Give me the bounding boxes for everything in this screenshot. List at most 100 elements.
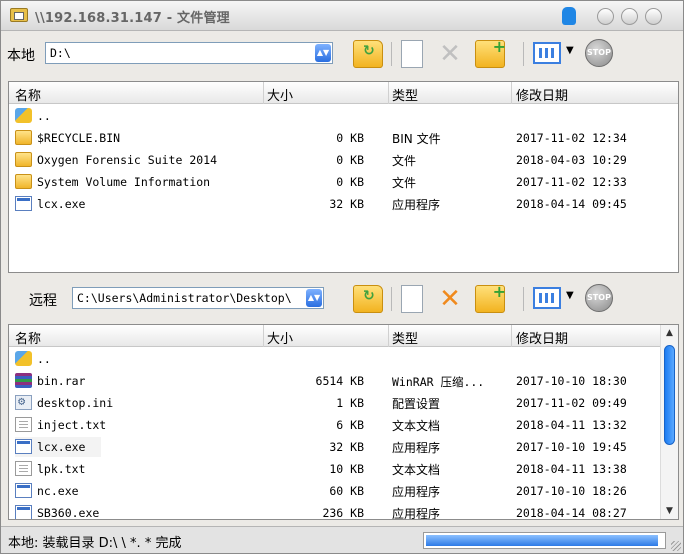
scroll-down-icon[interactable]: ▼ bbox=[664, 506, 675, 516]
file-name: nc.exe bbox=[37, 484, 79, 498]
column-divider[interactable] bbox=[263, 325, 264, 347]
col-type[interactable]: 类型 bbox=[392, 328, 418, 347]
exe-icon bbox=[15, 505, 32, 519]
file-date: 2018-04-03 10:29 bbox=[516, 153, 627, 167]
local-label: 本地 bbox=[7, 48, 35, 64]
vertical-scrollbar[interactable]: ▲ ▼ bbox=[660, 325, 678, 519]
chevron-down-icon[interactable]: ▲▼ bbox=[315, 44, 331, 62]
file-row[interactable]: bin.rar 6514 KB WinRAR 压缩... 2017-10-10 … bbox=[9, 370, 678, 392]
file-row[interactable]: Oxygen Forensic Suite 2014 0 KB 文件 2018-… bbox=[9, 149, 678, 171]
file-size: 236 KB bbox=[322, 506, 364, 520]
delete-icon[interactable]: ✕ bbox=[435, 285, 465, 313]
file-name: lpk.txt bbox=[37, 462, 86, 476]
col-date[interactable]: 修改日期 bbox=[516, 85, 568, 104]
file-date: 2017-11-02 09:49 bbox=[516, 396, 627, 410]
file-name: desktop.ini bbox=[37, 396, 114, 410]
local-toolbar: 本地 D:\ ▲▼ ✕ ▼ STOP bbox=[5, 33, 679, 75]
delete-icon[interactable]: ✕ bbox=[435, 40, 465, 68]
file-date: 2018-04-11 13:32 bbox=[516, 418, 627, 432]
file-row[interactable]: lpk.txt 10 KB 文本文档 2018-04-11 13:38 bbox=[9, 458, 678, 480]
minimize-button[interactable] bbox=[597, 8, 614, 25]
file-type: 文件 bbox=[392, 154, 417, 168]
toolbar-separator bbox=[391, 42, 392, 66]
progress-bar bbox=[423, 532, 666, 549]
col-type[interactable]: 类型 bbox=[392, 85, 418, 104]
parent-dir-icon bbox=[15, 108, 32, 123]
file-size: 1 KB bbox=[336, 396, 364, 410]
file-name: bin.rar bbox=[37, 374, 86, 388]
file-type: 应用程序 bbox=[392, 441, 441, 455]
file-name: Oxygen Forensic Suite 2014 bbox=[37, 153, 218, 167]
file-row[interactable]: nc.exe 60 KB 应用程序 2017-10-10 18:26 bbox=[9, 480, 678, 502]
new-folder-icon[interactable] bbox=[475, 37, 506, 68]
file-row[interactable]: $RECYCLE.BIN 0 KB BIN 文件 2017-11-02 12:3… bbox=[9, 127, 678, 149]
maximize-button[interactable] bbox=[621, 8, 638, 25]
close-button[interactable] bbox=[645, 8, 662, 25]
new-folder-icon[interactable] bbox=[475, 282, 506, 313]
file-name: .. bbox=[37, 109, 51, 123]
file-name: lcx.exe bbox=[37, 197, 86, 211]
column-divider[interactable] bbox=[263, 82, 264, 104]
folder-icon bbox=[15, 130, 32, 145]
view-dropdown-icon[interactable]: ▼ bbox=[566, 45, 574, 56]
file-name: $RECYCLE.BIN bbox=[37, 131, 121, 145]
chevron-down-icon[interactable]: ▲▼ bbox=[306, 289, 322, 307]
stop-icon[interactable]: STOP bbox=[585, 284, 613, 312]
column-divider[interactable] bbox=[511, 82, 512, 104]
file-row[interactable]: .. bbox=[9, 105, 678, 127]
copy-doc-shape bbox=[401, 285, 423, 313]
col-size[interactable]: 大小 bbox=[267, 85, 293, 104]
rar-icon bbox=[15, 373, 32, 388]
view-mode-icon[interactable] bbox=[533, 42, 561, 64]
file-size: 0 KB bbox=[336, 131, 364, 145]
folder-up-icon[interactable] bbox=[353, 285, 383, 313]
file-row-hovered[interactable]: lcx.exe 32 KB 应用程序 2017-10-10 19:45 bbox=[9, 436, 678, 458]
local-path-select[interactable]: D:\ ▲▼ bbox=[45, 42, 333, 64]
view-dropdown-icon[interactable]: ▼ bbox=[566, 290, 574, 301]
progress-fill bbox=[426, 535, 658, 546]
file-size: 6 KB bbox=[336, 418, 364, 432]
exe-icon bbox=[15, 196, 32, 211]
resize-grip-icon[interactable] bbox=[671, 541, 681, 551]
file-type: BIN 文件 bbox=[392, 132, 441, 146]
exe-icon bbox=[15, 483, 32, 498]
toolbar-separator bbox=[523, 42, 524, 66]
file-row[interactable]: inject.txt 6 KB 文本文档 2018-04-11 13:32 bbox=[9, 414, 678, 436]
col-size[interactable]: 大小 bbox=[267, 328, 293, 347]
file-name: System Volume Information bbox=[37, 175, 211, 189]
col-date[interactable]: 修改日期 bbox=[516, 328, 568, 347]
file-size: 32 KB bbox=[329, 197, 364, 211]
scroll-up-icon[interactable]: ▲ bbox=[664, 328, 675, 338]
file-date: 2017-11-02 12:34 bbox=[516, 131, 627, 145]
folder-up-icon[interactable] bbox=[353, 40, 383, 68]
status-text: 本地: 装载目录 D:\ \ *. * 完成 bbox=[8, 536, 182, 551]
local-path-value: D:\ bbox=[50, 46, 71, 60]
title-bar[interactable]: \\192.168.31.147 - 文件管理 bbox=[1, 1, 683, 31]
file-row[interactable]: .. bbox=[9, 348, 678, 370]
file-date: 2017-10-10 19:45 bbox=[516, 440, 627, 454]
view-mode-icon[interactable] bbox=[533, 287, 561, 309]
column-divider[interactable] bbox=[388, 82, 389, 104]
file-row[interactable]: lcx.exe 32 KB 应用程序 2018-04-14 09:45 bbox=[9, 193, 678, 215]
copy-icon[interactable] bbox=[401, 285, 431, 313]
col-name[interactable]: 名称 bbox=[15, 85, 41, 104]
file-row[interactable]: System Volume Information 0 KB 文件 2017-1… bbox=[9, 171, 678, 193]
file-size: 32 KB bbox=[329, 440, 364, 454]
remote-file-list[interactable]: 名称 大小 类型 修改日期 .. bin.rar 6514 KB WinRAR … bbox=[8, 324, 679, 520]
column-divider[interactable] bbox=[388, 325, 389, 347]
file-row[interactable]: SB360.exe 236 KB 应用程序 2018-04-14 08:27 bbox=[9, 502, 678, 520]
folder-icon bbox=[15, 174, 32, 189]
copy-icon[interactable] bbox=[401, 40, 431, 68]
stop-icon[interactable]: STOP bbox=[585, 39, 613, 67]
file-row[interactable]: desktop.ini 1 KB 配置设置 2017-11-02 09:49 bbox=[9, 392, 678, 414]
exe-icon bbox=[15, 439, 32, 454]
remote-path-select[interactable]: C:\Users\Administrator\Desktop\ ▲▼ bbox=[72, 287, 324, 309]
remote-path-value: C:\Users\Administrator\Desktop\ bbox=[77, 291, 292, 305]
col-name[interactable]: 名称 bbox=[15, 328, 41, 347]
scroll-thumb[interactable] bbox=[664, 345, 675, 445]
file-name: inject.txt bbox=[37, 418, 107, 432]
local-file-list[interactable]: 名称 大小 类型 修改日期 .. $RECYCLE.BIN 0 KB BIN 文… bbox=[8, 81, 679, 273]
file-date: 2017-11-02 12:33 bbox=[516, 175, 627, 189]
pin-icon[interactable] bbox=[562, 7, 576, 25]
column-divider[interactable] bbox=[511, 325, 512, 347]
